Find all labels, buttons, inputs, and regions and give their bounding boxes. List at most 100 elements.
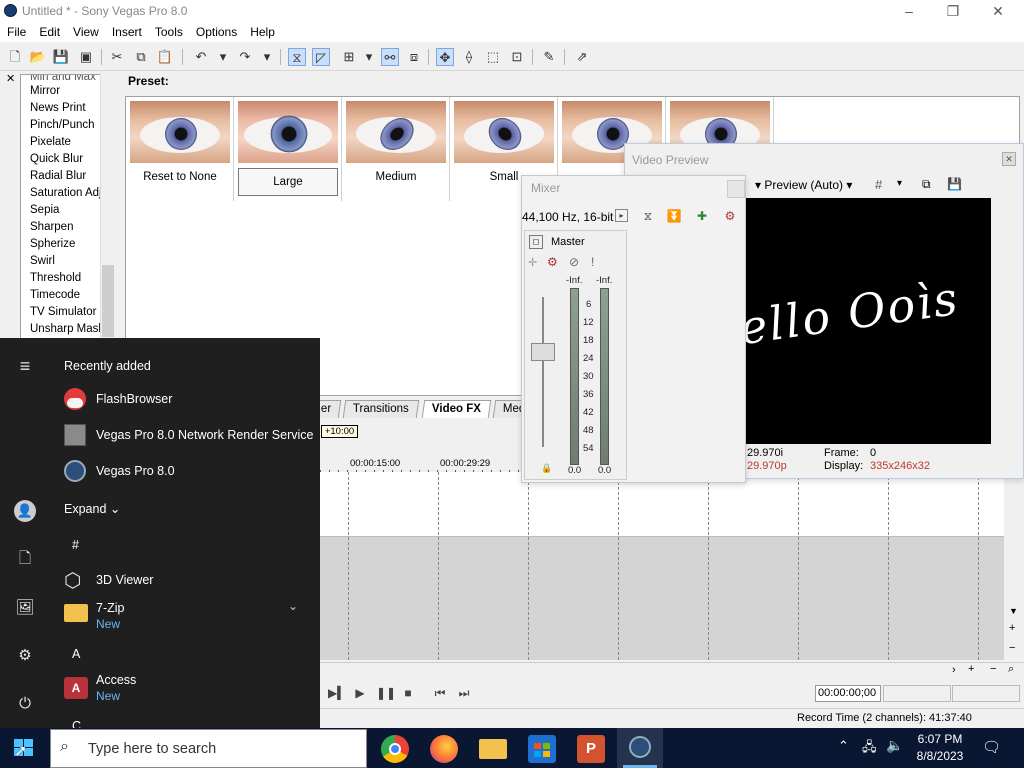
settings-gear-icon[interactable]: ⚙ — [14, 645, 36, 667]
start-app-access[interactable]: Access — [96, 673, 136, 687]
file-explorer-icon[interactable] — [479, 739, 507, 759]
copy-snapshot-icon[interactable]: ⧉ — [922, 177, 931, 192]
properties-icon[interactable]: ▸ — [615, 209, 628, 222]
chevron-down-icon[interactable]: ⌄ — [288, 599, 298, 613]
user-icon[interactable]: 👤 — [14, 500, 36, 522]
solo-icon[interactable]: ! — [591, 255, 594, 269]
mixer-close-button[interactable] — [727, 180, 745, 198]
selection-tool-icon[interactable]: ⬚ — [484, 48, 502, 66]
close-icon[interactable]: ✕ — [6, 72, 15, 85]
expand-button[interactable]: Expand ⌄ — [64, 501, 120, 516]
notifications-icon[interactable]: 🗨 — [982, 738, 1001, 756]
bus-fx-icon[interactable]: ◻ — [529, 235, 543, 249]
start-app-flashbrowser[interactable]: FlashBrowser — [96, 392, 172, 406]
open-icon[interactable]: 📂 — [29, 48, 47, 66]
chrome-icon[interactable] — [381, 735, 409, 763]
redo-dropdown-icon[interactable]: ▾ — [258, 48, 276, 66]
show-hidden-icons-icon[interactable]: ⌃ — [838, 738, 849, 754]
clock-date[interactable]: 8/8/2023 — [912, 749, 968, 763]
properties-icon[interactable]: ▣ — [77, 48, 95, 66]
menu-options[interactable]: Options — [189, 22, 243, 39]
cut-icon[interactable]: ✂ — [108, 48, 126, 66]
lock-icon[interactable]: 🔒 — [541, 463, 552, 474]
start-app-7zip[interactable]: 7-Zip — [96, 601, 124, 615]
play-from-start-icon[interactable]: ▶▍ — [328, 685, 346, 701]
menu-file[interactable]: File — [0, 22, 32, 39]
play-icon[interactable]: ▶ — [352, 685, 368, 701]
overlays-icon[interactable]: # — [875, 177, 882, 192]
start-app-3d-viewer[interactable]: 3D Viewer — [96, 573, 153, 587]
fx-icon[interactable]: ⚙ — [547, 255, 558, 269]
zoom-tool-icon[interactable]: ⌕ — [1008, 663, 1014, 676]
zoom-in-icon[interactable]: + — [1009, 622, 1015, 634]
save-snapshot-icon[interactable]: 💾 — [947, 177, 962, 191]
menu-help[interactable]: Help — [243, 22, 281, 39]
snap-icon[interactable]: ⧖ — [288, 48, 306, 66]
pause-icon[interactable]: ❚❚ — [376, 685, 396, 701]
volume-fader[interactable] — [531, 343, 555, 361]
microsoft-store-icon[interactable] — [528, 735, 556, 763]
close-button[interactable]: ✕ — [975, 0, 1021, 22]
close-icon[interactable]: ✕ — [1002, 152, 1016, 166]
zoom-in-time-icon[interactable]: + — [968, 663, 974, 675]
dim-output-icon[interactable]: ⏬ — [666, 209, 682, 225]
autoripple-dropdown-icon[interactable]: ▾ — [360, 48, 378, 66]
taskbar-search-box[interactable]: ⌕ Type here to search — [50, 729, 367, 768]
hamburger-menu-icon[interactable]: ≡ — [14, 355, 36, 377]
mute-icon[interactable]: ⊘ — [569, 255, 579, 269]
help-pointer-icon[interactable]: ⇗ — [573, 48, 591, 66]
tab-transitions[interactable]: Transitions — [342, 400, 420, 418]
tab-video-fx[interactable]: Video FX — [421, 400, 492, 418]
envelope-icon[interactable]: ◸ — [312, 48, 330, 66]
empty-track-area[interactable] — [320, 536, 1004, 660]
selection-start-box[interactable] — [883, 685, 951, 702]
start-app-vegas-pro[interactable]: Vegas Pro 8.0 — [96, 464, 175, 478]
menu-tools[interactable]: Tools — [148, 22, 189, 39]
zoom-tool-icon[interactable]: ⊡ — [508, 48, 526, 66]
ignore-grouping-icon[interactable]: ⧈ — [405, 48, 423, 66]
timeline-marker[interactable]: +10:00 — [321, 425, 358, 438]
preset-large[interactable]: Large — [234, 97, 342, 201]
downmix-icon[interactable]: ⧖ — [640, 209, 656, 225]
menu-view[interactable]: View — [66, 22, 105, 39]
start-app-network-render[interactable]: Vegas Pro 8.0 Network Render Service — [96, 428, 313, 442]
scroll-down-icon[interactable]: ▼ — [1009, 606, 1018, 616]
zoom-out-icon[interactable]: − — [1009, 642, 1015, 654]
network-icon[interactable]: 🖧 — [862, 738, 877, 760]
new-icon[interactable]: 🗋 — [6, 48, 24, 66]
section-a[interactable]: A — [72, 647, 80, 661]
render-icon[interactable]: ✎ — [540, 48, 558, 66]
insert-bus-icon[interactable]: ✚ — [694, 209, 710, 225]
menu-edit[interactable]: Edit — [32, 22, 66, 39]
normal-edit-tool-icon[interactable]: ✥ — [436, 48, 454, 66]
save-icon[interactable]: 💾 — [52, 48, 70, 66]
go-to-end-icon[interactable]: ⏭ — [456, 685, 472, 701]
power-icon[interactable]: ⏻ — [14, 693, 36, 715]
paste-icon[interactable]: 📋 — [156, 48, 174, 66]
pictures-icon[interactable]: 🖼 — [14, 597, 36, 619]
preview-quality-dropdown[interactable]: ▾ Preview (Auto) ▾ — [755, 178, 852, 192]
timeline-vertical-scrollbar[interactable]: ▼ + − — [1005, 472, 1023, 660]
powerpoint-icon[interactable]: P — [577, 735, 605, 763]
pan-icon[interactable]: ✛ — [528, 256, 537, 269]
go-to-start-icon[interactable]: ⏮ — [432, 685, 448, 701]
zoom-out-time-icon[interactable]: − — [990, 663, 996, 675]
redo-icon[interactable]: ↷ — [236, 48, 254, 66]
section-hash[interactable]: # — [72, 538, 79, 552]
section-c[interactable]: C — [72, 719, 81, 728]
envelope-edit-tool-icon[interactable]: ⟠ — [460, 48, 478, 66]
taskbar-vegas-active[interactable] — [617, 728, 663, 768]
undo-dropdown-icon[interactable]: ▾ — [214, 48, 232, 66]
overlays-dropdown-icon[interactable]: ▾ — [897, 178, 902, 189]
minimize-button[interactable]: – — [886, 0, 932, 22]
preset-reset-to-none[interactable]: Reset to None — [126, 97, 234, 201]
menu-insert[interactable]: Insert — [105, 22, 148, 39]
fx-list-scroll-thumb[interactable] — [102, 265, 114, 337]
insert-fx-icon[interactable]: ⚙ — [722, 209, 738, 225]
preset-medium[interactable]: Medium — [342, 97, 450, 201]
volume-icon[interactable]: 🔈 — [886, 737, 903, 754]
timecode-display[interactable]: 00:00:00;00 — [815, 685, 881, 702]
timeline-horizontal-scrollbar[interactable]: › + − ⌕ — [320, 662, 1024, 678]
lock-envelopes-icon[interactable]: ⚯ — [381, 48, 399, 66]
copy-icon[interactable]: ⧉ — [132, 48, 150, 66]
